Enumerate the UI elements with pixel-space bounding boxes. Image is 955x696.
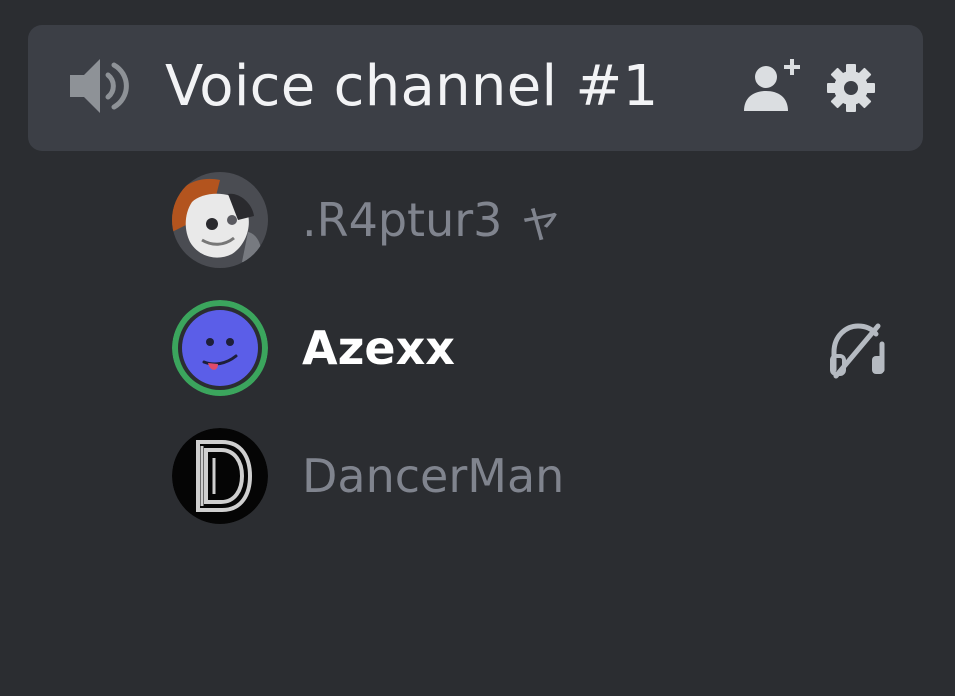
voice-member-dancerman[interactable]: DancerMan bbox=[172, 428, 902, 524]
member-name: Azexx bbox=[302, 321, 455, 375]
user-avatar bbox=[172, 172, 268, 268]
member-name: DancerMan bbox=[302, 449, 565, 503]
voice-member-r4ptur3[interactable]: .R4ptur3 ャ bbox=[172, 172, 902, 268]
voice-channel-panel: Voice channel #1 .R4ptur3 ャ Azexx Dancer… bbox=[0, 0, 955, 696]
voice-channel-row[interactable]: Voice channel #1 bbox=[28, 25, 923, 151]
speaker-icon bbox=[70, 59, 129, 113]
channel-name: Voice channel #1 bbox=[165, 54, 659, 119]
user-avatar bbox=[172, 300, 268, 396]
voice-member-azexx[interactable]: Azexx bbox=[172, 300, 902, 396]
headphones-deafened-icon bbox=[830, 323, 885, 379]
user-avatar bbox=[172, 428, 268, 524]
add-user-icon[interactable] bbox=[742, 55, 806, 115]
member-name: .R4ptur3 ャ bbox=[302, 193, 564, 247]
gear-icon[interactable] bbox=[826, 63, 876, 113]
